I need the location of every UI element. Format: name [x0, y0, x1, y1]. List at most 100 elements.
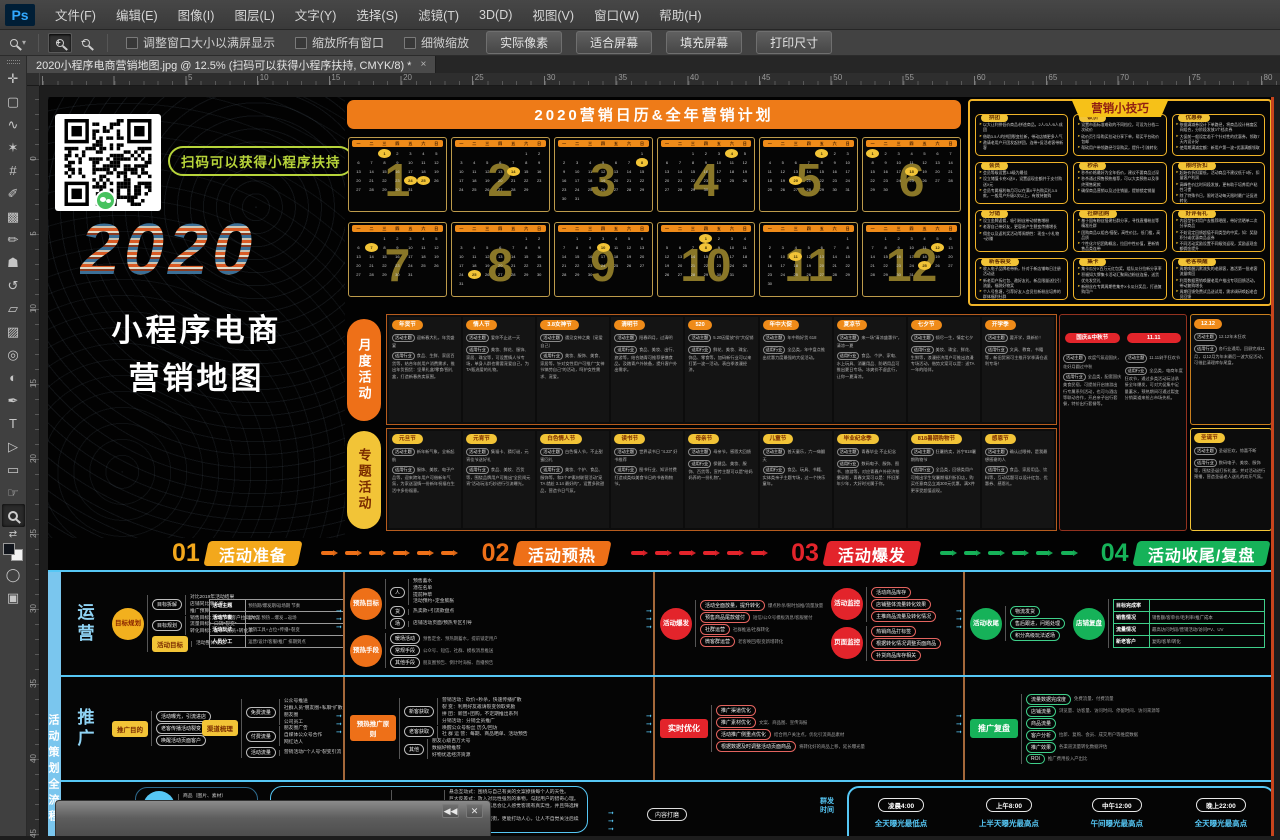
calendar-day: 3: [404, 149, 417, 158]
menu-item-8[interactable]: 视图(V): [522, 0, 584, 29]
ruler-number: 10: [260, 73, 269, 82]
gradient-tool[interactable]: ▨: [2, 320, 25, 343]
phase-dashes: [609, 551, 785, 555]
quick-mask-button[interactable]: ◯: [2, 563, 25, 586]
eraser-tool[interactable]: ▱: [2, 297, 25, 320]
floating-panel[interactable]: ◀◀ ✕: [55, 800, 491, 836]
mindmap-node: 目标规划: [152, 620, 182, 631]
calendar-day: 28: [802, 185, 815, 194]
mindmap-branch: 流量目标：口碑“裂变”: [190, 622, 201, 628]
options-checkbox-0[interactable]: 调整窗口大小以满屏显示: [126, 34, 275, 51]
calendar-day: 29: [378, 270, 391, 279]
dodge-tool[interactable]: ◐: [2, 366, 25, 389]
weekday-label: 五: [820, 142, 824, 146]
healing-brush-tool[interactable]: ▩: [2, 205, 25, 228]
options-checkbox-2[interactable]: 细微缩放: [404, 34, 469, 51]
options-button-2[interactable]: 填充屏幕: [666, 31, 742, 54]
monthly-card-3: 清明节活动主题阳春四月，过清明适用行业食品、美妆、出行、旅游等，结合踏青可推荐便…: [611, 317, 683, 422]
festival-pill: 12.12: [1194, 319, 1222, 329]
festival-pill: 国庆&中秋节: [1065, 333, 1120, 343]
menu-item-9[interactable]: 窗口(W): [584, 0, 649, 29]
calendar-day: 19: [481, 261, 494, 270]
panel-collapse-icon[interactable]: ◀◀: [442, 804, 459, 818]
color-swatches[interactable]: [3, 543, 23, 561]
table-row: 目标完成率: [1114, 600, 1264, 612]
tool-preset-picker[interactable]: ▾: [6, 36, 30, 49]
checkbox-icon: [404, 37, 416, 49]
move-tool[interactable]: ✛: [2, 67, 25, 90]
weekday-label: 五: [408, 142, 412, 146]
tab-close-icon[interactable]: ×: [420, 59, 426, 70]
mindmap-column: 活动爆发活动全面放量，提升转化爆点秒杀/限时加推/流量放量预售商品尾款催付短信/…: [660, 600, 823, 647]
vertical-ruler[interactable]: 051015202530354045: [27, 86, 40, 836]
tip-card-3: 会员会员等级设置3-5级为最佳设立储值卡充X送X，设置返现金额并于支付购送X元会…: [975, 162, 1068, 204]
calendar-day: 10: [905, 243, 918, 252]
tool-bar: ✛▢∿✶#✐▩✏☗↺▱▨◎◐✒T▷▭☞ ⇄ ◯▣: [0, 56, 27, 836]
options-checkbox-1[interactable]: 缩放所有窗口: [295, 34, 384, 51]
calendar-month-3: 一二三四五六日312345678910111213141516171819202…: [554, 137, 653, 212]
weekday-label: 六: [421, 227, 425, 231]
special-column-0: 国庆&中秋节活动主题欢度气氛迎国庆，花好月圆过中秋适用行业全品类，配套国庆美食民…: [1063, 321, 1122, 524]
zoom-out-button[interactable]: −: [74, 33, 98, 53]
crop-tool[interactable]: #: [2, 159, 25, 182]
swap-colors-icon[interactable]: ⇄: [2, 527, 25, 541]
blur-tool[interactable]: ◎: [2, 343, 25, 366]
eyedropper-tool[interactable]: ✐: [2, 182, 25, 205]
calendar-day: 30: [533, 270, 546, 279]
panel-close-icon[interactable]: ✕: [466, 804, 483, 818]
options-button-0[interactable]: 实际像素: [486, 31, 562, 54]
menu-item-6[interactable]: 滤镜(T): [408, 0, 469, 29]
menu-item-5[interactable]: 选择(S): [346, 0, 408, 29]
history-brush-tool[interactable]: ↺: [2, 274, 25, 297]
theme-chip: 活动主题: [466, 334, 489, 342]
calendar-day: 7: [623, 158, 636, 167]
mindmap-node: 老客获取: [404, 726, 434, 737]
rectangle-tool[interactable]: ▭: [2, 458, 25, 481]
calendar-day: 19: [430, 167, 443, 176]
pen-tool[interactable]: ✒: [2, 389, 25, 412]
calendar-day: 18: [763, 176, 776, 185]
type-tool[interactable]: T: [2, 412, 25, 435]
clone-stamp-tool[interactable]: ☗: [2, 251, 25, 274]
menu-item-4[interactable]: 文字(Y): [285, 0, 347, 29]
menu-item-10[interactable]: 帮助(H): [649, 0, 711, 29]
marquee-tool[interactable]: ▢: [2, 90, 25, 113]
menu-item-0[interactable]: 文件(F): [45, 0, 106, 29]
calendar-day: 3: [455, 243, 468, 252]
mindmap-branch: 活动爆发活动全面放量，提升转化爆点秒杀/限时加推/流量放量预售商品尾款催付短信/…: [660, 600, 823, 647]
table-value: 复购/客单/转化: [1150, 636, 1264, 647]
menu-item-2[interactable]: 图像(I): [168, 0, 225, 29]
zoom-in-button[interactable]: +: [48, 33, 72, 53]
magic-wand-tool[interactable]: ✶: [2, 136, 25, 159]
calendar-day: 27: [815, 270, 828, 279]
options-button-3[interactable]: 打印尺寸: [756, 31, 832, 54]
lasso-tool[interactable]: ∿: [2, 113, 25, 136]
mindmap-node: 预热手段: [350, 635, 382, 667]
foreground-color[interactable]: [3, 543, 15, 555]
mindmap-row-1: 推广推广目的活动曝光，引流进店老客传播活动裂变唤醒活动页面客户渠道梳理免费流量公…: [61, 677, 1274, 782]
toolbar-grip[interactable]: [7, 60, 20, 64]
calendar-day: 31: [571, 194, 584, 203]
path-selection-tool[interactable]: ▷: [2, 435, 25, 458]
mindmap-children: 热卖款+引流款盘点: [408, 609, 454, 615]
hand-tool[interactable]: ☞: [2, 481, 25, 504]
zoom-tool[interactable]: [2, 504, 25, 527]
mindmap-branch: 目标完成率销售情况销售额/客单价/毛利率/推广成本流量情况最高访问时段/营销活动…: [1113, 599, 1265, 648]
brush-tool[interactable]: ✏: [2, 228, 25, 251]
horizontal-ruler[interactable]: 5101520253035404550556065707580: [27, 73, 1280, 86]
menu-item-1[interactable]: 编辑(E): [106, 0, 168, 29]
tip-card-9: 新客裂变收入电子品牌老带新，针对于新店铺每日注册活动送新老用户拆红包、邀好友礼、…: [975, 258, 1068, 300]
options-button-1[interactable]: 适合屏幕: [576, 31, 652, 54]
document-tab[interactable]: 2020小程序电商营销地图.jpg @ 12.5% (扫码可以获得小程序扶持, …: [27, 56, 436, 73]
canvas-area[interactable]: 扫码可以获得小程序扶持 2020 小程序电商 营销地图 2020营销日历&全年营…: [40, 86, 1280, 836]
theme-chip: 活动主题: [1063, 354, 1086, 362]
menu-item-7[interactable]: 3D(D): [469, 0, 522, 29]
festival-pill: 毕业纪念季: [837, 434, 879, 444]
menu-item-3[interactable]: 图层(L): [224, 0, 284, 29]
mindmap-branch: 社群运营社群推送/社群转化: [700, 624, 823, 635]
calendar-day: 30: [828, 185, 841, 194]
screen-mode-button[interactable]: ▣: [2, 586, 25, 609]
monthly-card-4: 520活动主题5.20因爱放“价”大促销适用行业鲜花、美妆、珠宝、饰品、零食等，…: [685, 317, 757, 422]
calendar-day: 12: [623, 243, 636, 252]
industry-line: 适用行业文具、教育、书籍等，新旧贸易可主推开学季清仓返利专场！: [985, 345, 1051, 367]
